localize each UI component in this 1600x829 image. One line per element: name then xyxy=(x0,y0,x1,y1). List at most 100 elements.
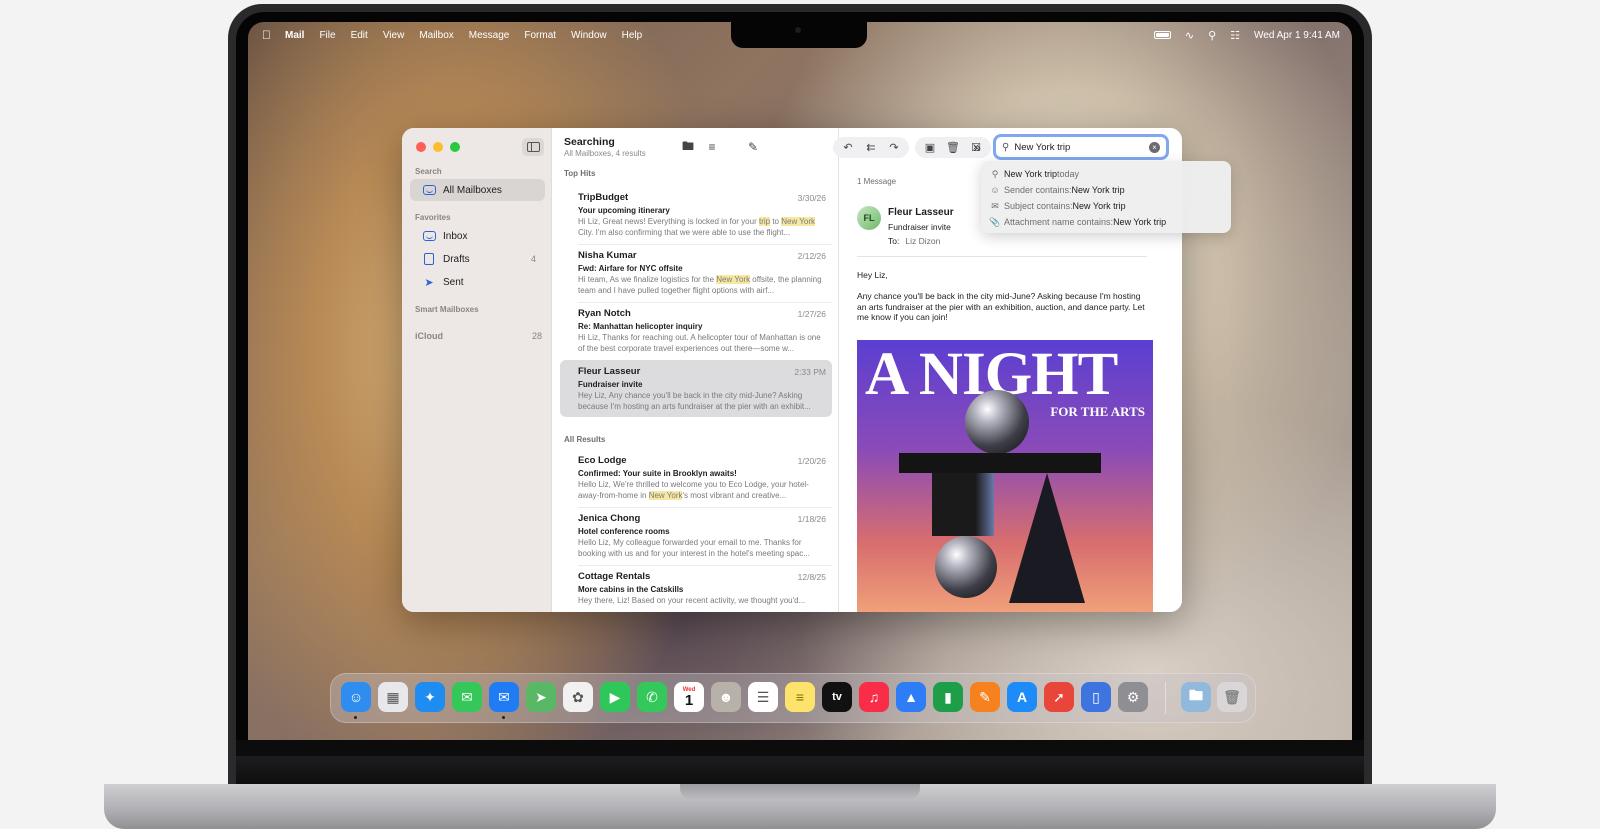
reminders-icon[interactable]: ☰ xyxy=(748,682,778,712)
clear-search-icon[interactable]: × xyxy=(1149,142,1160,153)
menu-message[interactable]: Message xyxy=(469,30,510,41)
move-to-folder-icon[interactable]: 🖿 xyxy=(678,138,698,156)
compose-icon[interactable]: ✎ xyxy=(743,138,763,156)
message-preview: Hello Liz, My colleague forwarded your e… xyxy=(578,538,810,558)
photos-icon[interactable]: ✿ xyxy=(563,682,593,712)
filter-icon[interactable]: ≡ xyxy=(702,138,722,156)
search-icon: ⚲ xyxy=(991,168,999,179)
drafts-count: 4 xyxy=(530,254,536,264)
pages-icon[interactable]: ✎ xyxy=(970,682,1000,712)
wifi-icon[interactable]: ∿ xyxy=(1185,29,1194,42)
message-subject: Confirmed: Your suite in Brooklyn awaits… xyxy=(578,469,737,478)
menu-edit[interactable]: Edit xyxy=(351,30,368,41)
control-center-icon[interactable]: ☷ xyxy=(1230,29,1240,42)
archive-icon[interactable]: ▣ xyxy=(921,141,939,154)
notes-icon[interactable]: ≡ xyxy=(785,682,815,712)
suggestion-item[interactable]: ☺ Sender contains: New York trip xyxy=(989,182,1223,198)
maps-icon[interactable]: ➤ xyxy=(526,682,556,712)
message-subject: Hotel conference rooms xyxy=(578,527,670,536)
battery-icon[interactable] xyxy=(1153,31,1171,39)
black-block xyxy=(932,473,994,536)
more-toolbar-icon[interactable]: » xyxy=(967,138,987,156)
zoom-button[interactable] xyxy=(450,142,460,152)
reply-all-icon[interactable]: ⇇ xyxy=(862,141,880,154)
safari-icon[interactable]: ✦ xyxy=(415,682,445,712)
trash-icon[interactable]: 🗑 xyxy=(944,141,962,154)
launchpad-glyph: ▦ xyxy=(386,688,400,705)
app-store-icon[interactable]: A xyxy=(1007,682,1037,712)
sidebar-icon xyxy=(526,142,540,152)
sidebar-item-drafts[interactable]: Drafts 4 xyxy=(410,248,545,270)
finder-icon[interactable]: ☺ xyxy=(341,682,371,712)
numbers-icon[interactable]: ▮ xyxy=(933,682,963,712)
suggestion-item[interactable]: 📎 Attachment name contains: New York trip xyxy=(989,214,1223,230)
pages-glyph: ✎ xyxy=(979,688,991,705)
music-icon[interactable]: ♫ xyxy=(859,682,889,712)
sidebar-item-inbox[interactable]: Inbox xyxy=(410,225,545,247)
black-cone xyxy=(1009,473,1085,603)
keynote-icon[interactable]: ▲ xyxy=(896,682,926,712)
phone-icon[interactable]: ✆ xyxy=(637,682,667,712)
menu-mailbox[interactable]: Mailbox xyxy=(419,30,453,41)
recipient-name[interactable]: Liz Dizon xyxy=(905,236,940,246)
sidebar-heading-favorites: Favorites xyxy=(415,213,451,222)
list-item[interactable]: Cottage Rentals 12/8/25 More cabins in t… xyxy=(560,565,832,612)
tv-icon[interactable]: tv xyxy=(822,682,852,712)
menu-file[interactable]: File xyxy=(319,30,335,41)
reader-sender[interactable]: Fleur Lasseur xyxy=(888,207,954,218)
reply-icon[interactable]: ↶ xyxy=(839,141,857,154)
menu-window[interactable]: Window xyxy=(571,30,607,41)
rocket-icon[interactable]: ➚ xyxy=(1044,682,1074,712)
trash-icon[interactable]: 🗑 xyxy=(1217,682,1247,712)
list-item-selected[interactable]: Fleur Lasseur 2:33 PM Fundraiser invite … xyxy=(560,360,832,417)
message-sender: Nisha Kumar xyxy=(578,250,637,261)
camera-notch xyxy=(731,22,867,48)
list-item[interactable]: Ryan Notch 1/27/26 Re: Manhattan helicop… xyxy=(560,302,832,359)
sidebar-heading-icloud[interactable]: iCloud xyxy=(415,331,443,341)
list-item[interactable]: Jenica Chong 1/18/26 Hotel conference ro… xyxy=(560,507,832,564)
laptop-lip-notch xyxy=(680,784,920,800)
sidebar-item-label: Inbox xyxy=(443,230,468,242)
menu-format[interactable]: Format xyxy=(524,30,556,41)
menu-clock[interactable]: Wed Apr 1 9:41 AM xyxy=(1254,30,1340,41)
message-subject: Your upcoming itinerary xyxy=(578,206,670,215)
tv-glyph: tv xyxy=(832,691,842,703)
launchpad-icon[interactable]: ▦ xyxy=(378,682,408,712)
system-settings-icon[interactable]: ⚙ xyxy=(1118,682,1148,712)
spotlight-search-icon[interactable]: ⚲ xyxy=(1208,29,1216,42)
sidebar-item-sent[interactable]: ➤ Sent xyxy=(410,271,545,293)
contacts-icon[interactable]: ☻ xyxy=(711,682,741,712)
facetime-icon[interactable]: ▶ xyxy=(600,682,630,712)
iphone-mirroring-icon[interactable]: ▯ xyxy=(1081,682,1111,712)
close-button[interactable] xyxy=(416,142,426,152)
mail-icon[interactable]: ✉ xyxy=(489,682,519,712)
message-sender: Cottage Rentals xyxy=(578,571,651,582)
message-sender: Eco Lodge xyxy=(578,455,627,466)
menu-view[interactable]: View xyxy=(383,30,405,41)
chrome-sphere xyxy=(965,390,1029,454)
sidebar-item-label: All Mailboxes xyxy=(443,184,502,196)
messages-icon[interactable]: ✉ xyxy=(452,682,482,712)
sidebar-item-label: Drafts xyxy=(443,253,470,265)
list-item[interactable]: TripBudget 3/30/26 Your upcoming itinera… xyxy=(560,186,832,243)
menu-help[interactable]: Help xyxy=(622,30,643,41)
calendar-icon[interactable]: Wed 1 xyxy=(674,682,704,712)
list-item[interactable]: Nisha Kumar 2/12/26 Fwd: Airfare for NYC… xyxy=(560,244,832,301)
search-input[interactable] xyxy=(1014,141,1135,153)
sidebar-heading-smart-mailboxes[interactable]: Smart Mailboxes xyxy=(415,305,479,314)
search-highlight: New York xyxy=(781,217,816,226)
forward-icon[interactable]: ↷ xyxy=(885,141,903,154)
sidebar-toggle-button[interactable] xyxy=(522,138,544,156)
safari-glyph: ✦ xyxy=(424,688,436,705)
search-field[interactable]: ⚲ × xyxy=(993,134,1169,160)
suggestion-item[interactable]: ⚲ New York trip today xyxy=(989,166,1223,182)
desktop:  Mail File Edit View Mailbox Message Fo… xyxy=(248,22,1352,740)
sidebar-item-all-mailboxes[interactable]: All Mailboxes xyxy=(410,179,545,201)
list-subtitle: All Mailboxes, 4 results xyxy=(564,149,646,158)
menu-app-name[interactable]: Mail xyxy=(285,30,304,41)
list-item[interactable]: Eco Lodge 1/20/26 Confirmed: Your suite … xyxy=(560,449,832,506)
minimize-button[interactable] xyxy=(433,142,443,152)
suggestion-item[interactable]: ✉ Subject contains: New York trip xyxy=(989,198,1223,214)
apple-icon[interactable]:  xyxy=(262,28,271,42)
downloads-folder-icon[interactable]: 🖿 xyxy=(1181,682,1211,712)
